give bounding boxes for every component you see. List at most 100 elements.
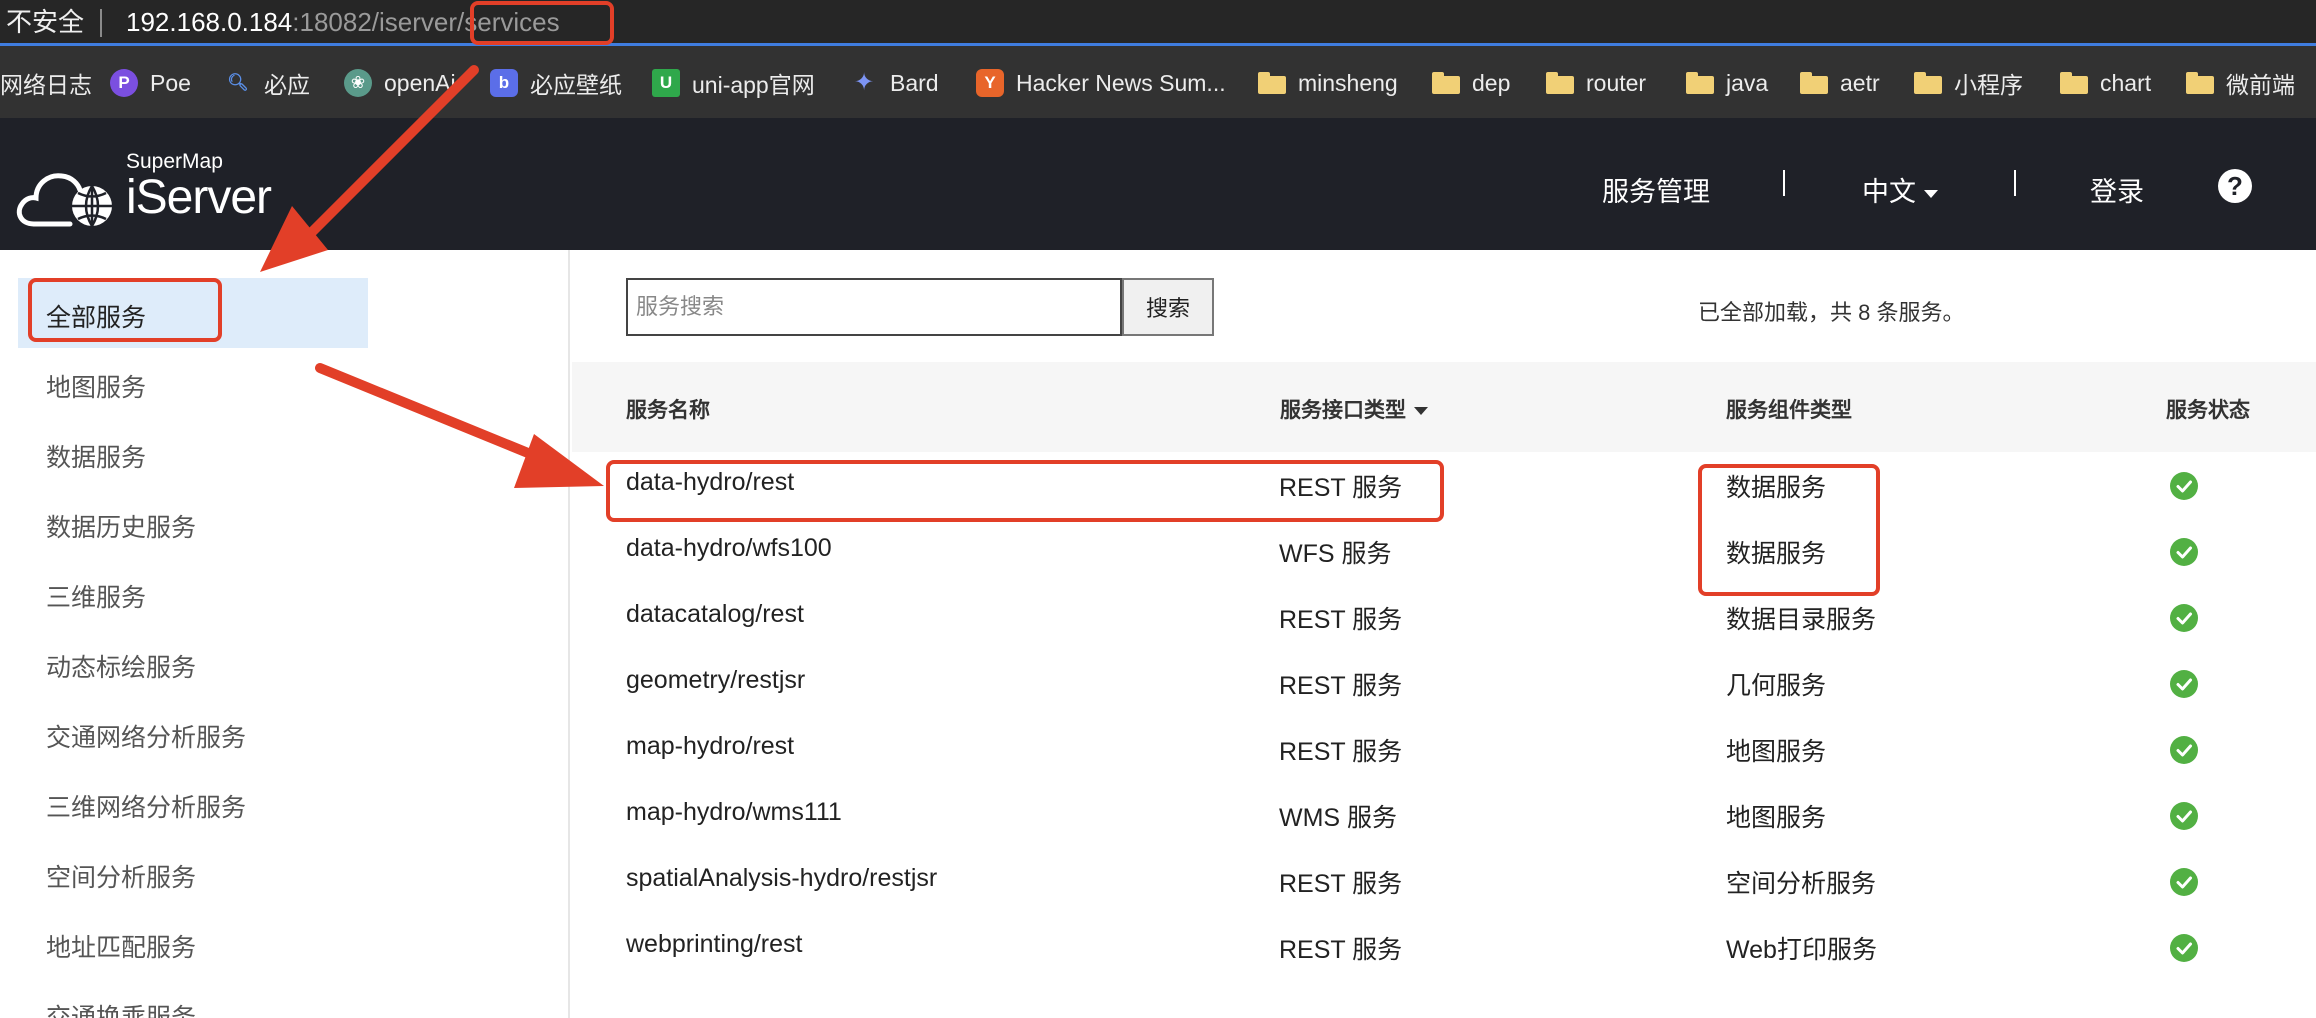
bookmark-item[interactable]: 🔍︎ 必应: [224, 68, 310, 98]
bookmark-label: minsheng: [1298, 69, 1398, 96]
column-header-status[interactable]: 服务状态: [2166, 394, 2250, 424]
bookmark-folder[interactable]: 小程序: [1914, 68, 2023, 98]
folder-icon: [1258, 72, 1286, 94]
bookmark-item[interactable]: ❀ openAi: [344, 68, 456, 98]
sidebar-item-spatial-analysis-services[interactable]: 空间分析服务: [46, 858, 196, 894]
folder-icon: [1546, 72, 1574, 94]
bookmark-item[interactable]: Uuni-app官网: [652, 68, 815, 98]
status-ok-icon: [2170, 802, 2198, 830]
language-dropdown[interactable]: 中文: [1862, 170, 1938, 209]
nav-service-management[interactable]: 服务管理: [1602, 170, 1710, 209]
supermap-logo[interactable]: SuperMap iServer: [14, 140, 274, 230]
table-row: spatialAnalysis-hydro/restjsr REST 服务 空间…: [572, 848, 2316, 914]
bookmark-folder[interactable]: 微前端: [2186, 68, 2295, 98]
component-type: Web打印服务: [1726, 936, 1877, 964]
bookmark-label: Hacker News Sum...: [1016, 69, 1226, 96]
bookmark-label: uni-app官网: [692, 72, 815, 98]
column-header-interface-type[interactable]: 服务接口类型: [1280, 394, 1428, 424]
interface-type: REST 服务: [1279, 936, 1403, 964]
service-name-link[interactable]: webprinting/rest: [626, 930, 802, 959]
search-icon: 🔍︎: [227, 73, 249, 92]
sidebar-item-map-services[interactable]: 地图服务: [46, 368, 146, 404]
wallpaper-icon: b: [490, 69, 518, 97]
component-type: 几何服务: [1726, 672, 1827, 700]
status-ok-icon: [2170, 472, 2198, 500]
bookmark-item[interactable]: P Poe: [110, 68, 191, 98]
service-name-link[interactable]: datacatalog/rest: [626, 600, 804, 629]
bookmark-item[interactable]: 网络日志: [0, 68, 92, 98]
status-ok-icon: [2170, 538, 2198, 566]
component-type: 数据服务: [1726, 540, 1827, 568]
interface-type: WMS 服务: [1279, 804, 1398, 832]
bookmark-label: aetr: [1840, 69, 1880, 96]
service-name-link[interactable]: data-hydro/rest: [626, 468, 794, 497]
bookmark-folder[interactable]: minsheng: [1258, 68, 1398, 98]
bookmark-item[interactable]: Y Hacker News Sum...: [976, 68, 1226, 98]
sidebar-item-plotting-services[interactable]: 动态标绘服务: [46, 648, 196, 684]
bookmark-folder[interactable]: router: [1546, 68, 1646, 98]
table-row: webprinting/rest REST 服务 Web打印服务: [572, 914, 2316, 980]
openai-icon: ❀: [344, 69, 372, 97]
folder-icon: [1800, 72, 1828, 94]
service-name-link[interactable]: geometry/restjsr: [626, 666, 805, 695]
url-field[interactable]: 192.168.0.184:18082/iserver/services: [126, 6, 560, 38]
nav-divider: [2014, 170, 2016, 196]
status-ok-icon: [2170, 736, 2198, 764]
sidebar-item-transfer-services[interactable]: 交通换乘服务: [46, 998, 196, 1018]
component-type: 数据服务: [1726, 474, 1827, 502]
column-header-component-type[interactable]: 服务组件类型: [1726, 394, 1852, 424]
service-search-input[interactable]: [626, 278, 1122, 336]
bookmark-folder[interactable]: aetr: [1800, 68, 1880, 98]
sidebar-item-3d-services[interactable]: 三维服务: [46, 578, 146, 614]
bookmark-label: 必应: [264, 72, 310, 98]
sidebar-item-3d-network-services[interactable]: 三维网络分析服务: [46, 788, 246, 824]
bookmark-folder[interactable]: java: [1686, 68, 1768, 98]
insecure-label[interactable]: 不安全: [6, 6, 84, 38]
service-name-link[interactable]: map-hydro/rest: [626, 732, 794, 761]
table-row: map-hydro/wms111 WMS 服务 地图服务: [572, 782, 2316, 848]
interface-type: REST 服务: [1279, 738, 1403, 766]
sidebar-item-data-services[interactable]: 数据服务: [46, 438, 146, 474]
service-name-link[interactable]: data-hydro/wfs100: [626, 534, 832, 563]
column-header-label: 服务接口类型: [1280, 399, 1406, 422]
sidebar-item-address-matching-services[interactable]: 地址匹配服务: [46, 928, 196, 964]
service-name-link[interactable]: map-hydro/wms111: [626, 798, 842, 827]
bookmark-label: Bard: [890, 69, 939, 96]
bookmark-item[interactable]: b 必应壁纸: [490, 68, 622, 98]
login-link[interactable]: 登录: [2090, 170, 2144, 209]
service-name-link[interactable]: spatialAnalysis-hydro/restjsr: [626, 864, 937, 893]
hn-icon: Y: [976, 69, 1004, 97]
help-icon[interactable]: ?: [2218, 169, 2252, 203]
bookmark-label: 必应壁纸: [530, 72, 622, 98]
sidebar-item-all-services[interactable]: 全部服务: [46, 298, 146, 334]
bookmark-label: router: [1586, 69, 1647, 96]
poe-icon: P: [110, 69, 138, 97]
bookmark-item[interactable]: ✦ Bard: [850, 68, 939, 98]
sidebar-item-transport-network-services[interactable]: 交通网络分析服务: [46, 718, 246, 754]
nav-divider: [1783, 170, 1785, 196]
sparkle-icon: ✦: [853, 69, 875, 96]
folder-icon: [2060, 72, 2088, 94]
url-host: 192.168.0.184: [126, 7, 293, 37]
interface-type: REST 服务: [1279, 606, 1403, 634]
component-type: 空间分析服务: [1726, 870, 1877, 898]
folder-icon: [1914, 72, 1942, 94]
column-header-service-name[interactable]: 服务名称: [626, 394, 710, 424]
brand-name-large: iServer: [126, 171, 272, 224]
bookmark-folder[interactable]: dep: [1432, 68, 1510, 98]
language-label: 中文: [1862, 177, 1916, 207]
interface-type: REST 服务: [1279, 474, 1403, 502]
bookmark-label: 小程序: [1954, 72, 2023, 98]
bookmark-folder[interactable]: chart: [2060, 68, 2151, 98]
service-category-sidebar: 全部服务 地图服务 数据服务 数据历史服务 三维服务 动态标绘服务 交通网络分析…: [0, 250, 570, 1018]
bookmark-label: 网络日志: [0, 72, 92, 98]
sidebar-item-data-history-services[interactable]: 数据历史服务: [46, 508, 196, 544]
interface-type: WFS 服务: [1279, 540, 1392, 568]
search-button[interactable]: 搜索: [1122, 278, 1214, 336]
url-path-highlight: /services: [457, 7, 560, 37]
bookmark-label: openAi: [384, 69, 456, 96]
table-header: 服务名称 服务接口类型 服务组件类型 服务状态: [572, 362, 2316, 452]
uniapp-icon: U: [652, 69, 680, 97]
url-path: :18082/iserver: [292, 7, 458, 37]
table-row: datacatalog/rest REST 服务 数据目录服务: [572, 584, 2316, 650]
